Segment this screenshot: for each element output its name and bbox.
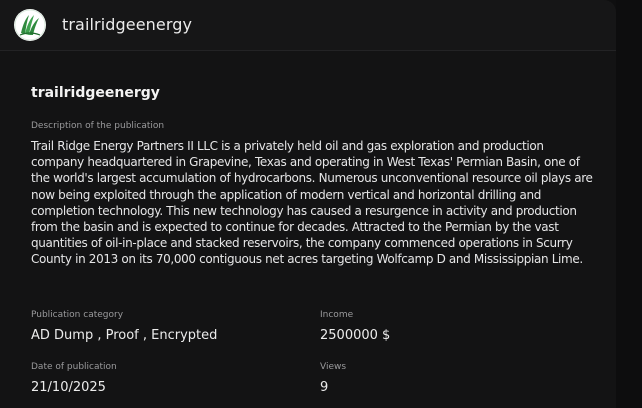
trail-ridge-leaf-logo-icon[interactable] (14, 9, 46, 41)
income-value: 2500000 $ (320, 328, 391, 343)
header-bar: trailridgeenergy (0, 0, 616, 51)
site-title[interactable]: trailridgeenergy (62, 15, 192, 35)
publication-title: trailridgeenergy (31, 85, 160, 101)
income-label: Income (320, 310, 354, 320)
publication-panel: trailridgeenergy trailridgeenergy Descri… (0, 0, 616, 408)
views-value: 9 (320, 380, 329, 395)
category-label: Publication category (31, 310, 124, 320)
description-label: Description of the publication (31, 121, 165, 131)
views-label: Views (320, 362, 347, 372)
date-value: 21/10/2025 (31, 380, 106, 395)
page-edge (616, 0, 642, 408)
category-value: AD Dump , Proof , Encrypted (31, 328, 218, 343)
date-label: Date of publication (31, 362, 117, 372)
publication-description: Trail Ridge Energy Partners II LLC is a … (31, 139, 593, 267)
